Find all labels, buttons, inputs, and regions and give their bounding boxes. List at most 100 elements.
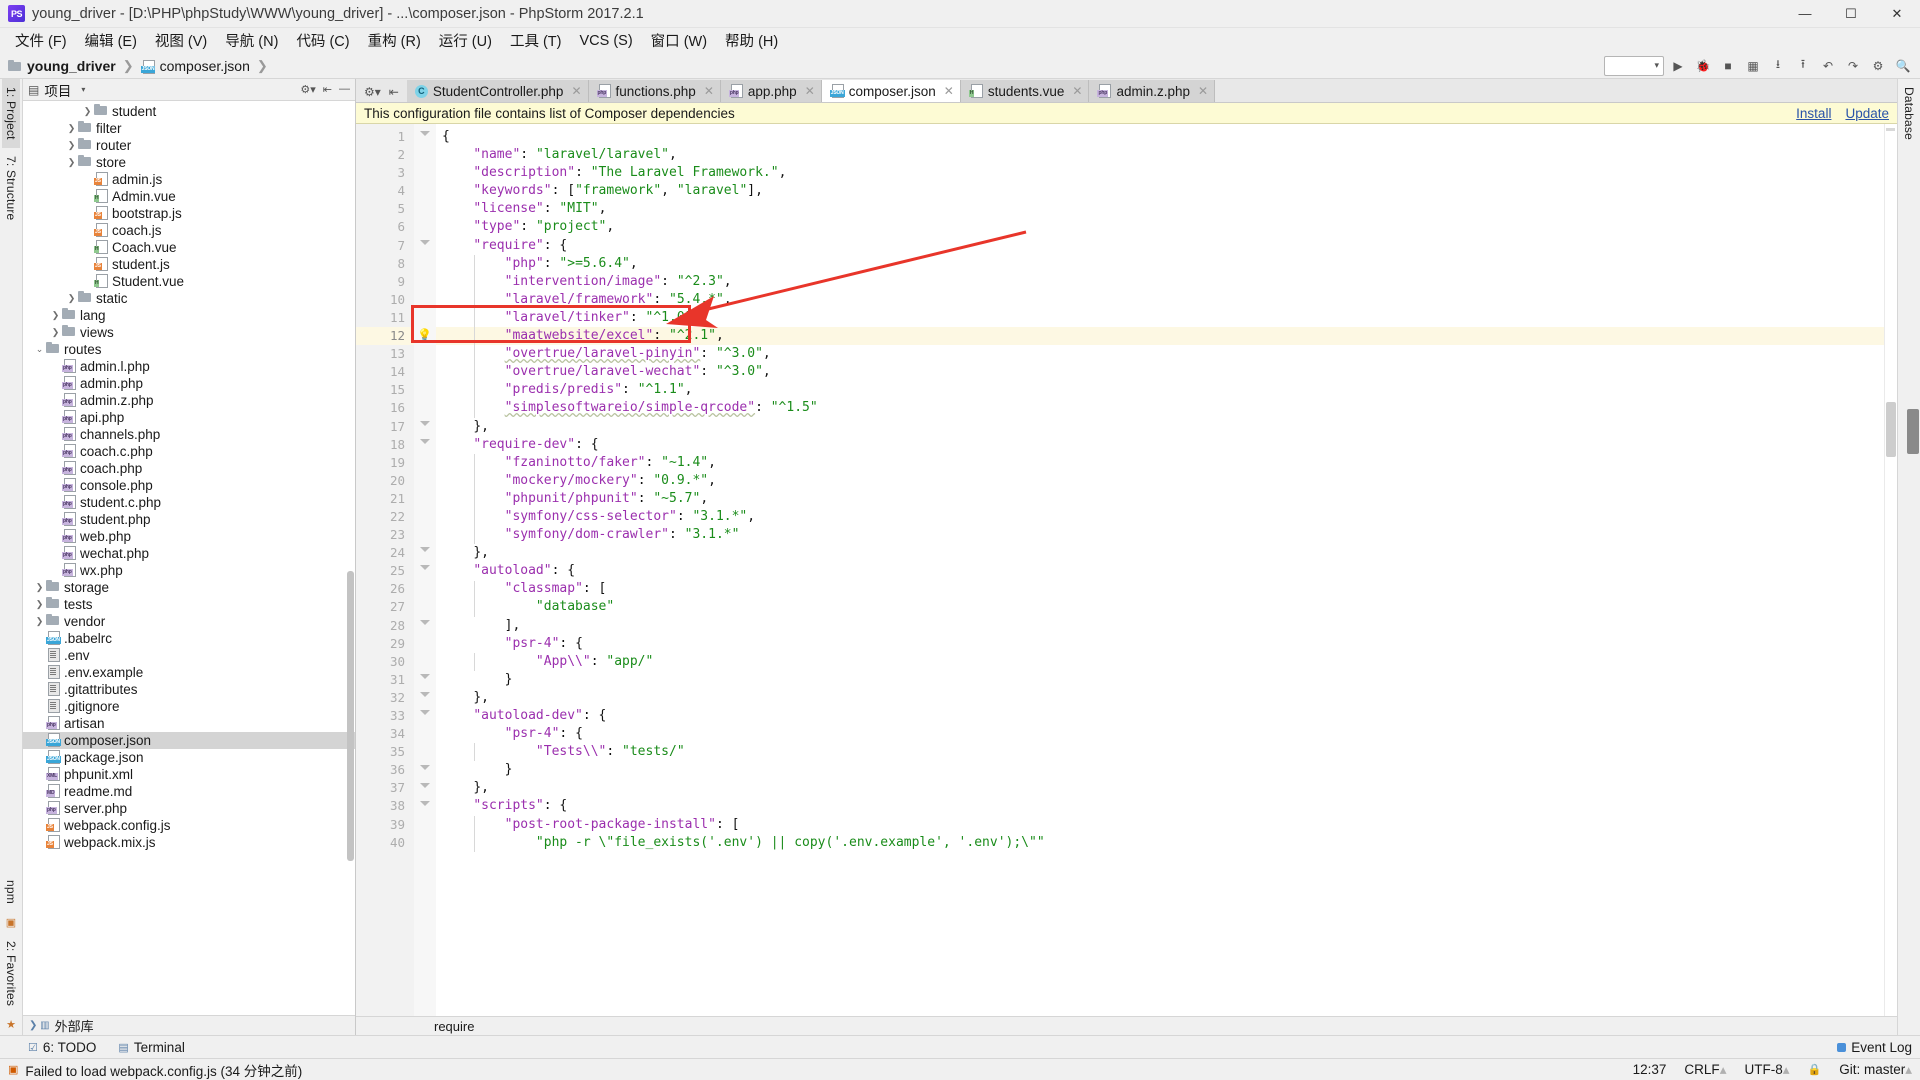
project-tree-scrollbar[interactable] — [347, 571, 354, 861]
status-branch[interactable]: Git: master▴ — [1839, 1062, 1912, 1078]
stop-button[interactable]: ■ — [1717, 55, 1739, 76]
gear-icon[interactable]: ⚙▾ — [364, 85, 381, 99]
fold-toggle-icon[interactable] — [419, 782, 430, 794]
tree-file-node[interactable]: php channels.php — [23, 426, 355, 443]
chevron-down-icon[interactable]: ⌄ — [33, 344, 46, 355]
breadcrumb-file[interactable]: composer.json — [160, 58, 250, 74]
chevron-right-icon[interactable]: ❯ — [33, 599, 46, 610]
fold-toggle-icon[interactable] — [419, 619, 430, 631]
chevron-right-icon[interactable]: ❯ — [33, 582, 46, 593]
sidebar-item-favorites[interactable]: 2: Favorites — [2, 933, 20, 1014]
code-line[interactable]: "php": ">=5.6.4", — [436, 255, 1884, 273]
fold-toggle-icon[interactable] — [419, 800, 430, 812]
tool-window-terminal[interactable]: ▤ Terminal — [118, 1040, 184, 1055]
code-line[interactable]: { — [436, 128, 1884, 146]
code-line[interactable]: "name": "laravel/laravel", — [436, 146, 1884, 164]
tree-file-node[interactable]: .gitignore — [23, 698, 355, 715]
code-line[interactable]: "symfony/dom-crawler": "3.1.*" — [436, 526, 1884, 544]
tree-file-node[interactable]: H Coach.vue — [23, 239, 355, 256]
vcs-commit-button[interactable]: ⭱ — [1792, 55, 1814, 76]
code-line[interactable]: "App\\": "app/" — [436, 653, 1884, 671]
code-line[interactable]: } — [436, 761, 1884, 779]
menu-edit[interactable]: 编辑 (E) — [76, 28, 146, 53]
close-icon[interactable]: ✕ — [1198, 84, 1208, 98]
right-rail-scroll-thumb[interactable] — [1907, 409, 1919, 454]
close-icon[interactable]: ✕ — [1072, 84, 1082, 98]
tree-file-node[interactable]: php artisan — [23, 715, 355, 732]
close-icon[interactable]: ✕ — [805, 84, 815, 98]
code-editor[interactable]: 1 2 3 4 5 6 7 8 9 10 11 12 13 14 15 16 17 18 19 20 21 22 23 24 2… — [356, 124, 1897, 1016]
status-encoding[interactable]: UTF-8▴ — [1744, 1062, 1789, 1078]
code-line[interactable]: "psr-4": { — [436, 635, 1884, 653]
close-icon[interactable]: ✕ — [571, 84, 581, 98]
editor-tab-students-vue[interactable]: Hstudents.vue ✕ — [960, 80, 1090, 102]
tree-folder-node[interactable]: ❯ router — [23, 137, 355, 154]
chevron-right-icon[interactable]: ❯ — [65, 157, 78, 168]
event-log-button[interactable]: Event Log — [1837, 1040, 1912, 1055]
tree-file-node[interactable]: JS coach.js — [23, 222, 355, 239]
chevron-right-icon[interactable]: ❯ — [81, 106, 94, 117]
status-message[interactable]: Failed to load webpack.config.js (34 分钟之… — [25, 1060, 302, 1080]
chevron-right-icon[interactable]: ❯ — [49, 327, 62, 338]
code-line[interactable]: "maatwebsite/excel": "^2.1", — [436, 327, 1884, 346]
code-line[interactable]: "keywords": ["framework", "laravel"], — [436, 182, 1884, 200]
code-content[interactable]: { "name": "laravel/laravel", "descriptio… — [436, 124, 1884, 1016]
lock-icon[interactable]: 🔒 — [1808, 1063, 1822, 1076]
tree-file-node[interactable]: H Student.vue — [23, 273, 355, 290]
tree-file-node[interactable]: php student.php — [23, 511, 355, 528]
code-line[interactable]: }, — [436, 779, 1884, 797]
chevron-right-icon[interactable]: ❯ — [65, 123, 78, 134]
code-line[interactable]: "database" — [436, 598, 1884, 616]
coverage-button[interactable]: ▦ — [1742, 55, 1764, 76]
fold-toggle-icon[interactable] — [419, 674, 430, 685]
menu-code[interactable]: 代码 (C) — [287, 28, 358, 53]
code-line[interactable]: "type": "project", — [436, 218, 1884, 236]
tree-folder-node[interactable]: ❯ store — [23, 154, 355, 171]
tree-file-node[interactable]: php coach.c.php — [23, 443, 355, 460]
chevron-right-icon[interactable]: ❯ — [65, 293, 78, 304]
menu-run[interactable]: 运行 (U) — [430, 28, 501, 53]
fold-toggle-icon[interactable] — [419, 710, 430, 721]
close-icon[interactable]: ✕ — [704, 84, 714, 98]
tree-file-node[interactable]: JSON package.json — [23, 749, 355, 766]
tree-file-node[interactable]: php console.php — [23, 477, 355, 494]
code-line[interactable]: "scripts": { — [436, 797, 1884, 815]
code-line[interactable]: }, — [436, 544, 1884, 562]
undo-button[interactable]: ↶ — [1817, 55, 1839, 76]
run-button[interactable]: ▶ — [1667, 55, 1689, 76]
tree-file-node[interactable]: .env.example — [23, 664, 355, 681]
code-line[interactable]: "description": "The Laravel Framework.", — [436, 164, 1884, 182]
tree-file-node[interactable]: php admin.php — [23, 375, 355, 392]
settings-button[interactable]: ⚙ — [1867, 55, 1889, 76]
tree-folder-node[interactable]: ❯ vendor — [23, 613, 355, 630]
sidebar-item-npm[interactable]: npm — [2, 872, 20, 912]
code-line[interactable]: "intervention/image": "^2.3", — [436, 273, 1884, 291]
tree-folder-node[interactable]: ❯ student — [23, 103, 355, 120]
tree-file-node[interactable]: php server.php — [23, 800, 355, 817]
project-file-tree[interactable]: ❯ student ❯ filter ❯ router ❯ store JS admin.js H A… — [23, 101, 355, 1015]
tree-file-node[interactable]: php web.php — [23, 528, 355, 545]
code-line[interactable]: "classmap": [ — [436, 580, 1884, 598]
tree-file-node[interactable]: php wechat.php — [23, 545, 355, 562]
collapse-icon[interactable]: ⇤ — [389, 85, 399, 99]
close-button[interactable]: ✕ — [1874, 0, 1920, 28]
code-folding-gutter[interactable]: 💡 — [414, 124, 436, 1016]
tree-folder-node[interactable]: ❯ filter — [23, 120, 355, 137]
menu-window[interactable]: 窗口 (W) — [642, 28, 716, 53]
tree-file-node[interactable]: php coach.php — [23, 460, 355, 477]
fold-toggle-icon[interactable] — [419, 438, 430, 450]
editor-tab-functions-php[interactable]: php functions.php ✕ — [588, 80, 721, 102]
tree-file-node[interactable]: JS webpack.mix.js — [23, 834, 355, 851]
code-line[interactable]: "predis/predis": "^1.1", — [436, 381, 1884, 399]
tree-file-node[interactable]: JS student.js — [23, 256, 355, 273]
tree-file-node[interactable]: php student.c.php — [23, 494, 355, 511]
chevron-right-icon[interactable]: ❯ — [33, 616, 46, 627]
code-line[interactable]: "post-root-package-install": [ — [436, 816, 1884, 834]
chevron-right-icon[interactable]: ❯ — [49, 310, 62, 321]
tree-file-node[interactable]: JS webpack.config.js — [23, 817, 355, 834]
breadcrumb-project[interactable]: young_driver — [27, 58, 116, 74]
code-line[interactable]: } — [436, 671, 1884, 689]
run-configuration-select[interactable]: ▾ — [1604, 55, 1664, 76]
menu-tools[interactable]: 工具 (T) — [501, 28, 571, 53]
menu-refactor[interactable]: 重构 (R) — [359, 28, 430, 53]
